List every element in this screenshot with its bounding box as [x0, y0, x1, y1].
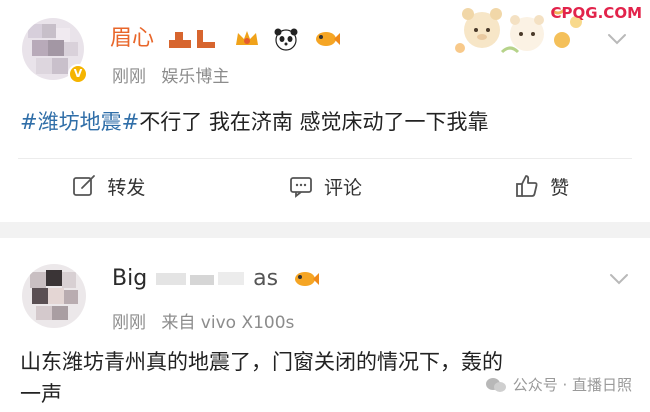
edit-share-icon: [73, 175, 96, 196]
post2-username[interactable]: Big as: [112, 266, 320, 291]
fish-icon: [295, 272, 320, 286]
post1-actions: 转发 评论 赞: [0, 166, 650, 206]
post-text-line-2: 一声: [20, 382, 62, 406]
post-text-line-1: 山东潍坊青州真的地震了，门窗关闭的情况下，轰的: [20, 350, 503, 374]
comment-button[interactable]: 评论: [217, 166, 434, 206]
like-button[interactable]: 赞: [433, 166, 650, 206]
chevron-down-icon[interactable]: [608, 268, 630, 290]
panda-icon: [274, 28, 298, 51]
post-separator: [0, 222, 650, 238]
avatar[interactable]: [22, 264, 86, 328]
fish-icon: [316, 32, 341, 46]
chevron-down-icon[interactable]: [606, 28, 628, 50]
wechat-watermark: 公众号 · 直播日照: [485, 374, 632, 395]
post-source: 娱乐博主: [161, 67, 230, 87]
weibo-post-1: CPQG.COM V 眉心 刚刚 娱乐博主 #潍坊地震#不行了 我在济南 感觉床…: [0, 0, 650, 222]
site-watermark: CPQG.COM: [550, 4, 642, 22]
wechat-icon: [485, 377, 506, 392]
post1-username[interactable]: 眉心: [110, 20, 341, 52]
avatar-image: [22, 264, 86, 328]
hashtag-link[interactable]: #潍坊地震#: [20, 110, 139, 134]
post2-meta: 刚刚 来自 vivo X100s: [112, 308, 304, 333]
repost-button[interactable]: 转发: [0, 166, 217, 206]
post-time: 刚刚: [112, 313, 146, 333]
post2-content: 山东潍坊青州真的地震了，门窗关闭的情况下，轰的 一声: [20, 346, 503, 410]
comment-icon: [290, 177, 312, 198]
divider: [18, 158, 632, 159]
verified-badge-icon: V: [68, 64, 88, 84]
post-text: 不行了 我在济南 感觉床动了一下我靠: [139, 110, 489, 134]
post-source: 来自 vivo X100s: [161, 313, 295, 333]
post1-content: #潍坊地震#不行了 我在济南 感觉床动了一下我靠: [20, 106, 489, 138]
level-icon: [169, 30, 216, 48]
crown-icon: [236, 31, 259, 45]
thumbs-up-icon: [516, 175, 538, 197]
post1-meta: 刚刚 娱乐博主: [112, 62, 239, 87]
redacted-mark: [156, 272, 245, 285]
post-time: 刚刚: [112, 67, 146, 87]
